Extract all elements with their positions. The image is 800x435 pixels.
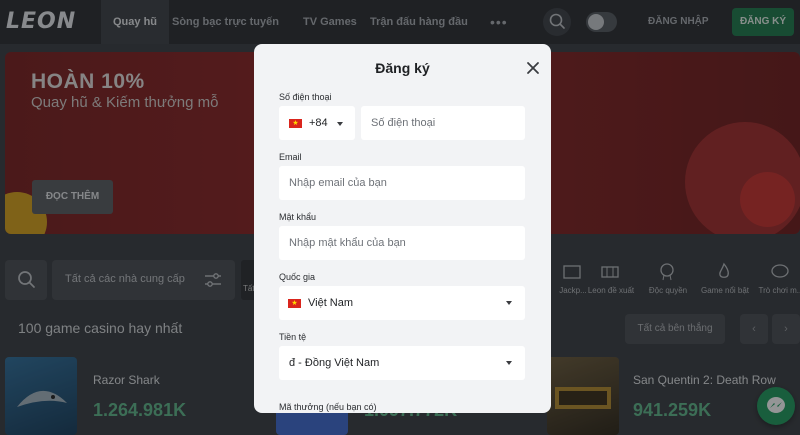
chevron-down-icon (506, 361, 512, 365)
country-label: Quốc gia (279, 272, 316, 282)
password-placeholder: Nhập mật khẩu của bạn (289, 237, 406, 249)
password-field[interactable]: Nhập mật khẩu của bạn (279, 226, 525, 260)
phone-placeholder: Số điện thoại (371, 117, 436, 129)
close-button[interactable] (524, 59, 542, 77)
phone-label: Số điện thoại (279, 92, 332, 102)
country-value: Việt Nam (308, 297, 354, 309)
phone-input[interactable]: Số điện thoại (361, 106, 525, 140)
currency-label: Tiền tệ (279, 332, 307, 342)
vietnam-flag-icon: ★ (289, 119, 302, 128)
chevron-down-icon (337, 122, 343, 126)
currency-value: đ - Đồng Việt Nam (289, 357, 380, 369)
currency-select[interactable]: đ - Đồng Việt Nam (279, 346, 525, 380)
modal-title: Đăng ký (375, 60, 430, 76)
promo-code-label: Mã thưởng (nếu bạn có) (279, 402, 377, 412)
registration-modal: Đăng ký Số điện thoại ★ +84 Số điện thoạ… (254, 44, 551, 413)
vietnam-flag-icon: ★ (288, 299, 301, 308)
chevron-down-icon (506, 301, 512, 305)
password-label: Mật khẩu (279, 212, 317, 222)
email-label: Email (279, 152, 302, 162)
close-icon (527, 62, 539, 74)
email-placeholder: Nhập email của bạn (289, 177, 387, 189)
email-field[interactable]: Nhập email của bạn (279, 166, 525, 200)
country-select[interactable]: ★ Việt Nam (279, 286, 525, 320)
phone-code-select[interactable]: ★ +84 (279, 106, 355, 140)
phone-code-value: +84 (309, 117, 328, 129)
